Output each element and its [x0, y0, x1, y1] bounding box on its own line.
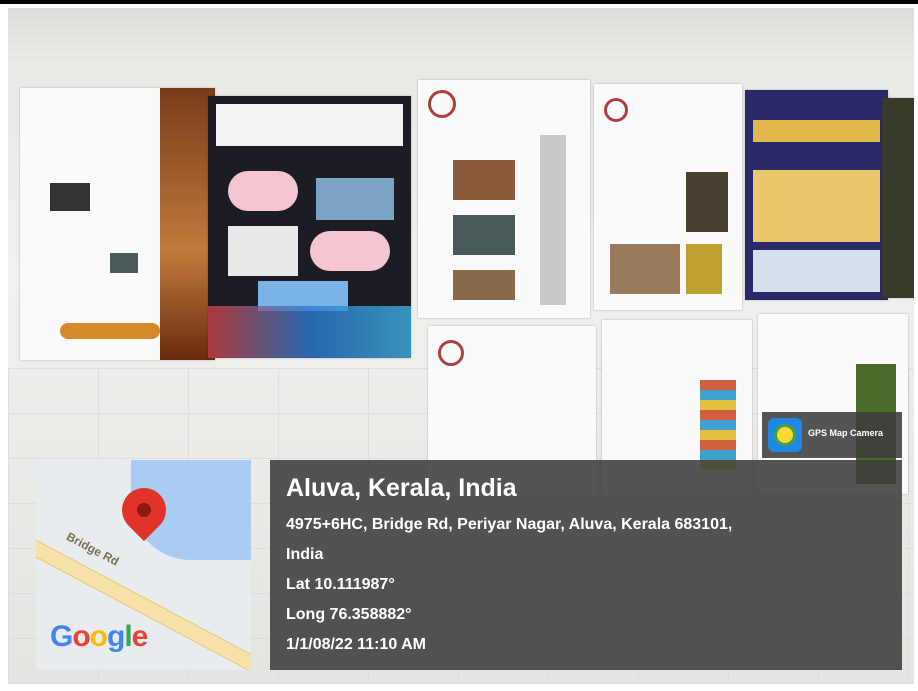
location-title: Aluva, Kerala, India: [286, 474, 517, 502]
poster-5: [745, 90, 888, 300]
poster-4: [594, 84, 742, 310]
wall-top: [8, 8, 914, 68]
poster-3: [418, 80, 590, 318]
top-border: [0, 0, 918, 4]
gps-map-camera-badge: GPS Map Camera: [762, 412, 902, 458]
latitude: Lat 10.111987°: [286, 576, 395, 593]
gps-map-camera-icon: [768, 418, 802, 452]
poster-2: [208, 96, 411, 358]
poster-1: [20, 88, 215, 360]
datetime: 1/1/08/22 11:10 AM: [286, 636, 426, 653]
address-line-1: 4975+6HC, Bridge Rd, Periyar Nagar, Aluv…: [286, 516, 733, 533]
address-line-2: India: [286, 546, 324, 563]
photo-frame: Bridge Rd Google GPS Map Camera Aluva, K…: [0, 0, 918, 691]
longitude: Long 76.358882°: [286, 606, 412, 623]
poster-6: [882, 98, 914, 298]
mini-map: Bridge Rd Google: [36, 460, 251, 670]
app-name: GPS Map Camera: [808, 428, 884, 438]
google-logo: Google: [50, 620, 148, 653]
location-info-card: Aluva, Kerala, India 4975+6HC, Bridge Rd…: [270, 460, 902, 670]
